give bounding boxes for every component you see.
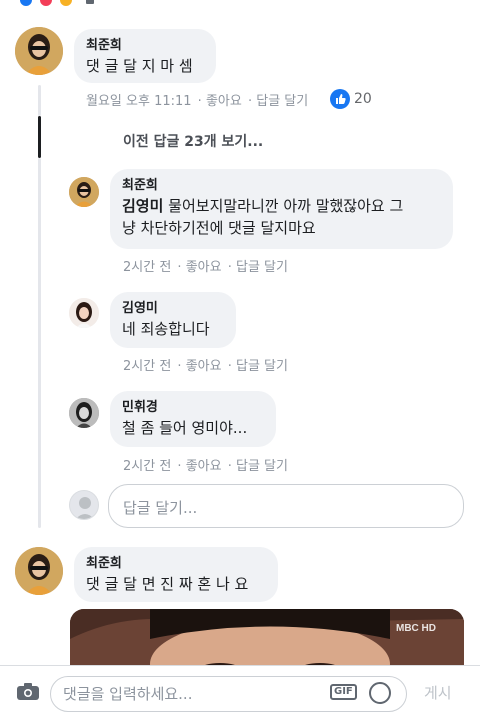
comment-text: 댓 글 달 면 진 짜 혼 나 요: [86, 575, 249, 593]
reply-text-line1: 물어보지말라니깐 아까 말했잖아요 그: [163, 197, 404, 215]
watermark-logo: MBC HD: [396, 623, 436, 634]
default-avatar-icon: [69, 490, 99, 520]
reply-meta: 2시간 전 · 좋아요 · 답글 달기: [123, 459, 288, 474]
reply-meta: 2시간 전 · 좋아요 · 답글 달기: [123, 260, 288, 275]
camera-icon[interactable]: [16, 682, 40, 700]
mention-link[interactable]: 김영미: [122, 197, 163, 215]
love-reaction-icon: [40, 0, 52, 6]
gif-button[interactable]: GIF: [330, 684, 357, 700]
dismiss-icon[interactable]: [86, 0, 94, 4]
thread-line-light: [38, 158, 41, 528]
comment-bubble[interactable]: 최준희 댓 글 달 지 마 셈: [74, 29, 216, 83]
top-reaction-strip: [0, 0, 480, 10]
profile-photo-icon: [69, 298, 99, 328]
reply-link[interactable]: 답글 달기: [256, 94, 308, 109]
avatar[interactable]: [69, 298, 99, 328]
view-more-replies[interactable]: 이전 답글 23개 보기...: [123, 131, 263, 151]
comment-author[interactable]: 최준희: [86, 37, 204, 55]
reply-meta: 2시간 전 · 좋아요 · 답글 달기: [123, 359, 288, 374]
comment-author[interactable]: 최준희: [86, 555, 266, 573]
reply-text: 철 좀 들어 영미야...: [122, 419, 248, 437]
like-reaction-icon: [20, 0, 32, 6]
profile-photo-icon: [69, 398, 99, 428]
avatar[interactable]: [69, 177, 99, 207]
reply-text: 네 죄송합니다: [122, 320, 210, 338]
emoji-icon[interactable]: [369, 682, 391, 704]
reply-time[interactable]: 2시간 전: [123, 459, 171, 474]
reply-author[interactable]: 김영미: [122, 300, 224, 318]
reply-text: 김영미 물어보지말라니깐 아까 말했잖아요 그 냥 차단하기전에 댓글 달지마요: [122, 195, 441, 239]
comment-time[interactable]: 월요일 오후 11:11: [86, 94, 192, 109]
thread-line: [38, 116, 41, 158]
thumbs-up-icon: [330, 89, 350, 109]
reply-time[interactable]: 2시간 전: [123, 260, 171, 275]
reply-author[interactable]: 민휘경: [122, 399, 264, 417]
reply-bubble[interactable]: 최준희 김영미 물어보지말라니깐 아까 말했잖아요 그 냥 차단하기전에 댓글 …: [110, 169, 453, 249]
reaction-count-number: 20: [354, 91, 372, 107]
profile-photo-icon: [15, 27, 63, 75]
like-link[interactable]: 좋아요: [186, 359, 222, 374]
like-link[interactable]: 좋아요: [186, 459, 222, 474]
like-link[interactable]: 좋아요: [186, 260, 222, 275]
avatar[interactable]: [15, 547, 63, 595]
profile-photo-icon: [15, 547, 63, 595]
reply-input-placeholder: 답글 달기...: [123, 499, 198, 517]
comment-input[interactable]: 댓글을 입력하세요... GIF: [50, 676, 407, 712]
haha-reaction-icon: [60, 0, 72, 6]
reply-time[interactable]: 2시간 전: [123, 359, 171, 374]
reply-link[interactable]: 답글 달기: [236, 359, 288, 374]
post-button[interactable]: 게시: [424, 682, 452, 703]
reply-bubble[interactable]: 김영미 네 죄송합니다: [110, 292, 236, 348]
reply-bubble[interactable]: 민휘경 철 좀 들어 영미야...: [110, 391, 276, 447]
reply-link[interactable]: 답글 달기: [236, 260, 288, 275]
reply-link[interactable]: 답글 달기: [236, 459, 288, 474]
comment-bubble[interactable]: 최준희 댓 글 달 면 진 짜 혼 나 요: [74, 547, 278, 602]
reaction-count[interactable]: 20: [330, 89, 372, 109]
comment-composer-bar: 댓글을 입력하세요... GIF 게시: [0, 665, 480, 712]
avatar[interactable]: [15, 27, 63, 75]
reply-text-line2: 냥 차단하기전에 댓글 달지마요: [122, 219, 316, 237]
like-link[interactable]: 좋아요: [206, 94, 242, 109]
reply-author[interactable]: 최준희: [122, 177, 441, 195]
comment-text: 댓 글 달 지 마 셈: [86, 57, 193, 75]
avatar[interactable]: [69, 398, 99, 428]
comment-meta: 월요일 오후 11:11 · 좋아요 · 답글 달기: [86, 94, 309, 109]
reply-input[interactable]: 답글 달기...: [108, 484, 464, 528]
profile-photo-icon: [69, 177, 99, 207]
thread-line-light: [38, 85, 41, 116]
